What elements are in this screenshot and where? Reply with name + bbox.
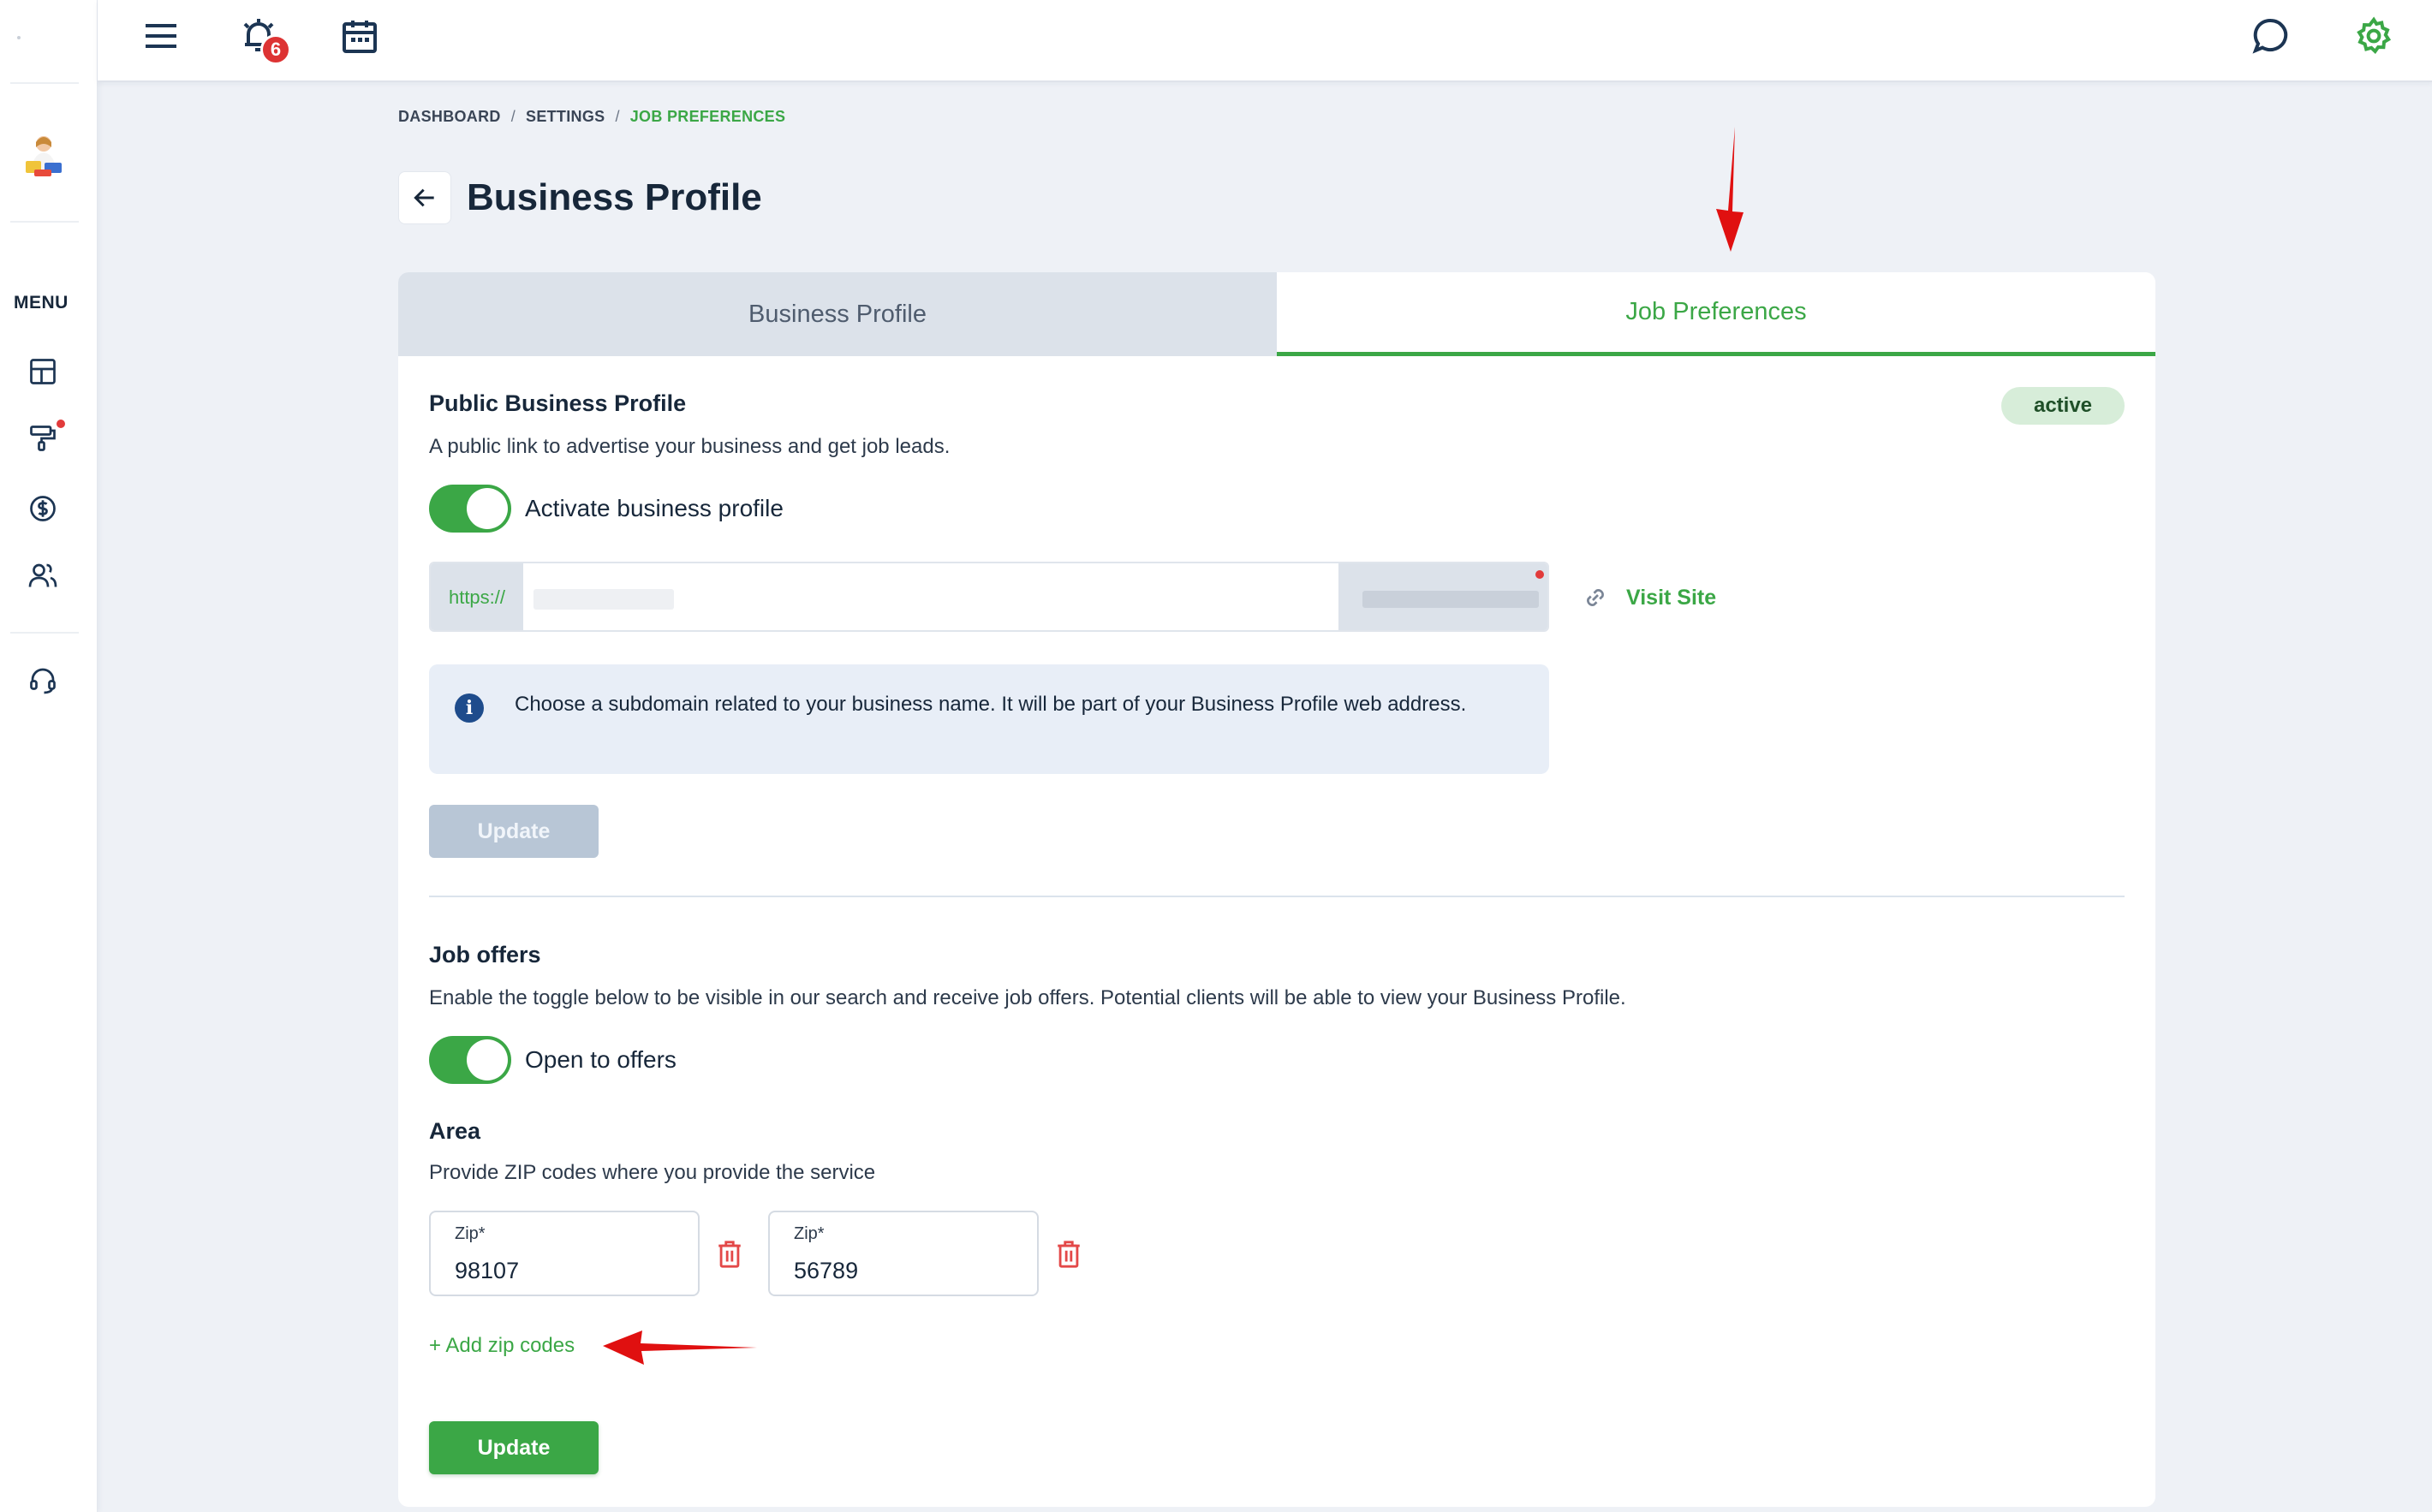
update-profile-button[interactable]: Update — [429, 805, 599, 858]
subdomain-url-group: https:// — [429, 562, 1549, 632]
url-suffix — [1338, 563, 1547, 630]
settings-card: Business Profile Job Preferences Public … — [398, 272, 2155, 1507]
job-offers-description: Enable the toggle below to be visible in… — [429, 986, 1626, 1009]
zip-input[interactable] — [455, 1255, 677, 1286]
tab-job-preferences[interactable]: Job Preferences — [1277, 272, 2155, 356]
public-profile-title: Public Business Profile — [429, 390, 687, 416]
redacted-domain — [1362, 591, 1539, 608]
info-text: Choose a subdomain related to your busin… — [515, 693, 1467, 716]
logo-mark — [17, 36, 21, 39]
zip-label: Zip* — [794, 1224, 825, 1243]
status-badge: active — [2001, 387, 2125, 425]
annotation-arrow-down-icon — [1716, 127, 1744, 252]
trash-icon[interactable] — [1054, 1238, 1083, 1271]
visit-site-link[interactable]: Visit Site — [1580, 582, 1716, 613]
tab-bar: Business Profile Job Preferences — [398, 272, 2155, 356]
visit-site-label: Visit Site — [1626, 585, 1717, 610]
activate-profile-toggle[interactable] — [429, 485, 511, 533]
job-offers-title: Job offers — [429, 942, 541, 967]
zip-label: Zip* — [455, 1224, 486, 1243]
open-to-offers-toggle[interactable] — [429, 1036, 511, 1084]
breadcrumb: DASHBOARD / SETTINGS / JOB PREFERENCES — [398, 108, 785, 126]
dollar-circle-icon[interactable] — [27, 493, 58, 524]
info-icon: i — [455, 693, 484, 723]
subdomain-input[interactable] — [523, 563, 1338, 630]
breadcrumb-current: JOB PREFERENCES — [629, 108, 786, 125]
top-bar: 6 — [98, 0, 2432, 82]
area-description: Provide ZIP codes where you provide the … — [429, 1161, 876, 1184]
breadcrumb-settings[interactable]: SETTINGS — [526, 108, 605, 125]
sidebar-divider — [10, 82, 79, 84]
users-icon[interactable] — [27, 560, 58, 591]
public-profile-description: A public link to advertise your business… — [429, 435, 951, 458]
avatar[interactable] — [22, 132, 65, 180]
activate-profile-label: Activate business profile — [525, 495, 784, 521]
breadcrumb-separator: / — [615, 108, 620, 125]
zip-field[interactable]: Zip* — [429, 1211, 700, 1296]
chat-bubble-icon[interactable] — [2250, 15, 2292, 57]
tab-business-profile[interactable]: Business Profile — [398, 272, 1277, 356]
section-divider — [429, 896, 2125, 897]
zip-input[interactable] — [794, 1255, 1016, 1286]
dashboard-grid-icon[interactable] — [27, 356, 58, 387]
menu-label: MENU — [14, 293, 69, 313]
sidebar-divider — [10, 221, 79, 223]
calendar-icon[interactable] — [339, 15, 380, 57]
gear-icon[interactable] — [2353, 15, 2394, 57]
notification-dot — [57, 420, 65, 428]
info-notice: i Choose a subdomain related to your bus… — [429, 664, 1549, 774]
trash-icon[interactable] — [715, 1238, 744, 1271]
error-dot — [1535, 570, 1544, 579]
sidebar: MENU — [0, 0, 98, 1512]
arrow-left-icon — [414, 188, 434, 207]
back-button[interactable] — [398, 171, 451, 224]
url-prefix: https:// — [431, 563, 523, 630]
headset-support-icon[interactable] — [27, 664, 58, 695]
page-title: Business Profile — [467, 176, 762, 218]
add-zip-codes-link[interactable]: + Add zip codes — [429, 1334, 575, 1358]
breadcrumb-separator: / — [510, 108, 516, 125]
update-area-button[interactable]: Update — [429, 1421, 599, 1474]
sidebar-divider — [10, 632, 79, 634]
zip-field[interactable]: Zip* — [768, 1211, 1039, 1296]
area-title: Area — [429, 1118, 481, 1144]
notification-count-badge: 6 — [260, 34, 291, 65]
breadcrumb-dashboard[interactable]: DASHBOARD — [398, 108, 501, 125]
open-to-offers-label: Open to offers — [525, 1046, 677, 1073]
paint-roller-icon[interactable] — [27, 423, 58, 454]
hamburger-menu-icon[interactable] — [140, 15, 182, 57]
link-icon — [1587, 589, 1604, 606]
